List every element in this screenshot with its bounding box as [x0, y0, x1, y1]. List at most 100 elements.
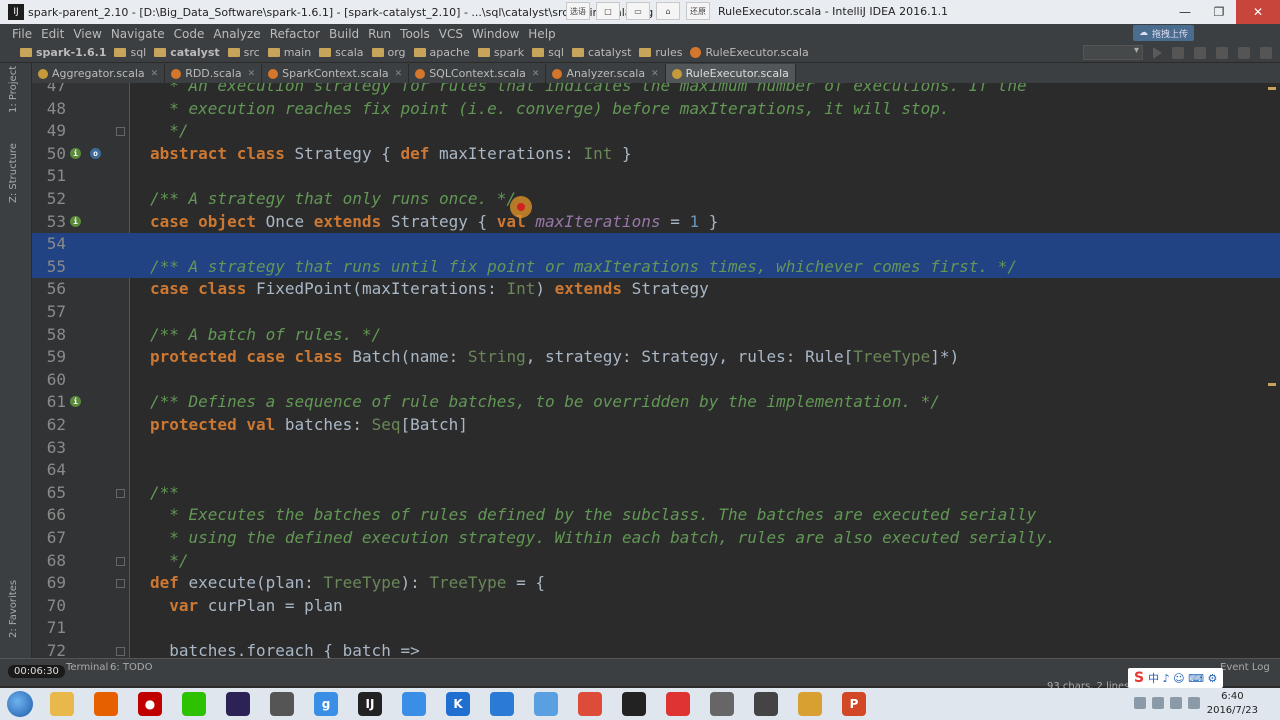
mini-button-1[interactable]: 选语	[566, 2, 590, 20]
code-line[interactable]: 52 /** A strategy that only runs once. */	[32, 188, 1280, 211]
breadcrumb-org[interactable]: org	[371, 46, 406, 59]
tray-icon[interactable]	[1152, 697, 1164, 709]
taskbar-app-qq[interactable]	[612, 689, 656, 719]
favorites-tool-label[interactable]: 2: Favorites	[8, 580, 19, 638]
taskbar-app-explorer[interactable]	[40, 689, 84, 719]
code-line[interactable]: 47 * An execution strategy for rules tha…	[32, 83, 1280, 98]
code-line[interactable]: 72 batches.foreach { batch =>	[32, 640, 1280, 658]
breadcrumb-rules[interactable]: rules	[639, 46, 682, 59]
menu-tools[interactable]: Tools	[400, 27, 430, 41]
mini-button-4[interactable]: ⌂	[656, 2, 680, 20]
close-icon[interactable]: ✕	[151, 69, 159, 79]
implement-gutter-icon[interactable]: i	[70, 396, 81, 408]
mini-button-5[interactable]: 还原	[686, 2, 710, 20]
code-line[interactable]: 57	[32, 301, 1280, 324]
debug-icon[interactable]	[1172, 46, 1184, 59]
code-line[interactable]: 70 var curPlan = plan	[32, 595, 1280, 618]
code-line[interactable]: 53 case object Once extends Strategy { va…	[32, 211, 1280, 234]
maximize-button[interactable]: ❐	[1202, 0, 1236, 24]
menu-file[interactable]: File	[12, 27, 32, 41]
volume-icon[interactable]	[1188, 697, 1200, 709]
tab-sqlcontext[interactable]: SQLContext.scala ✕	[409, 64, 547, 83]
code-line[interactable]: 68 */	[32, 550, 1280, 573]
code-line[interactable]: 69 def execute(plan: TreeType): TreeType …	[32, 572, 1280, 595]
coverage-icon[interactable]	[1194, 46, 1206, 59]
taskbar-app-wechat[interactable]	[172, 689, 216, 719]
breadcrumb-file[interactable]: RuleExecutor.scala	[690, 46, 809, 59]
taskbar-app-globe[interactable]	[524, 689, 568, 719]
code-line[interactable]: 49 */	[32, 120, 1280, 143]
close-icon[interactable]: ✕	[651, 69, 659, 79]
close-icon[interactable]: ✕	[248, 69, 256, 79]
taskbar-app-record[interactable]: ●	[128, 689, 172, 719]
code-line[interactable]: 64	[32, 459, 1280, 482]
taskbar-app-ppt[interactable]: P	[832, 689, 876, 719]
fold-toggle-icon[interactable]	[116, 579, 125, 589]
system-clock[interactable]: 6:40 2016/7/23	[1207, 690, 1258, 718]
taskbar-app-firefox[interactable]	[84, 689, 128, 719]
code-line[interactable]: 67 * using the defined execution strateg…	[32, 527, 1280, 550]
code-editor[interactable]: 47 * An execution strategy for rules tha…	[32, 83, 1280, 658]
code-line[interactable]: 63	[32, 437, 1280, 460]
close-icon[interactable]: ✕	[395, 69, 403, 79]
code-line[interactable]: 48 * execution reaches fix point (i.e. c…	[32, 98, 1280, 121]
taskbar-app-chrome[interactable]	[568, 689, 612, 719]
code-line[interactable]: 71	[32, 617, 1280, 640]
terminal-tool-button[interactable]: Terminal	[66, 662, 108, 673]
taskbar-app-eclipse[interactable]	[216, 689, 260, 719]
code-line[interactable]: 58 /** A batch of rules. */	[32, 324, 1280, 347]
breadcrumb-spark[interactable]: spark-1.6.1	[20, 46, 106, 59]
menu-edit[interactable]: Edit	[41, 27, 64, 41]
run-icon[interactable]	[1153, 46, 1162, 59]
breadcrumb-catalyst[interactable]: catalyst	[154, 46, 220, 59]
implement-gutter-icon[interactable]: i	[70, 215, 81, 227]
code-line[interactable]: 50 abstract class Strategy { def maxItera…	[32, 143, 1280, 166]
breadcrumb-catalyst-pkg[interactable]: catalyst	[571, 46, 631, 59]
menu-code[interactable]: Code	[174, 27, 205, 41]
breadcrumb-apache[interactable]: apache	[413, 46, 470, 59]
tab-ruleexecutor[interactable]: RuleExecutor.scala	[665, 64, 796, 83]
network-icon[interactable]	[1170, 697, 1182, 709]
structure-tool-label[interactable]: Z: Structure	[8, 143, 19, 203]
event-log-button[interactable]: Event Log	[1220, 662, 1270, 673]
taskbar-app-pen[interactable]	[392, 689, 436, 719]
code-line[interactable]: 55 /** A strategy that runs until fix poi…	[32, 255, 1280, 279]
menu-analyze[interactable]: Analyze	[213, 27, 260, 41]
scroll-marker[interactable]	[1268, 87, 1276, 90]
code-line[interactable]: 59 protected case class Batch(name: Strin…	[32, 346, 1280, 369]
code-line[interactable]: 56 case class FixedPoint(maxIterations: I…	[32, 278, 1280, 301]
taskbar-app-k-app[interactable]: K	[436, 689, 480, 719]
mini-button-2[interactable]: □	[596, 2, 620, 20]
ime-toolbar[interactable]: S 中 ♪ ☺ ⌨ ⚙	[1128, 668, 1224, 688]
taskbar-app-cat[interactable]	[788, 689, 832, 719]
menu-run[interactable]: Run	[368, 27, 391, 41]
run-config-dropdown[interactable]	[1083, 45, 1143, 60]
mini-button-3[interactable]: ▭	[626, 2, 650, 20]
code-line[interactable]: 66 * Executes the batches of rules defin…	[32, 504, 1280, 527]
menu-vcs[interactable]: VCS	[439, 27, 463, 41]
tab-analyzer[interactable]: Analyzer.scala ✕	[546, 64, 666, 83]
project-tool-label[interactable]: 1: Project	[8, 66, 19, 113]
ime-controls[interactable]: 中 ♪ ☺ ⌨ ⚙	[1148, 670, 1217, 686]
code-line[interactable]: 60	[32, 369, 1280, 392]
menu-help[interactable]: Help	[528, 27, 555, 41]
fold-toggle-icon[interactable]	[116, 488, 125, 498]
taskbar-app-share[interactable]	[480, 689, 524, 719]
tab-rdd[interactable]: RDD.scala ✕	[165, 64, 263, 83]
taskbar-app-mail[interactable]	[656, 689, 700, 719]
fold-toggle-icon[interactable]	[116, 127, 125, 137]
todo-tool-button[interactable]: 6: TODO	[110, 662, 152, 673]
override-gutter-icon[interactable]: o	[90, 147, 101, 159]
fold-toggle-icon[interactable]	[116, 647, 125, 656]
taskbar-app-qq-browser[interactable]: g	[304, 689, 348, 719]
code-line[interactable]: 65 /**	[32, 482, 1280, 505]
code-line[interactable]: 61 /** Defines a sequence of rule batches…	[32, 391, 1280, 414]
tab-sparkcontext[interactable]: SparkContext.scala ✕	[262, 64, 410, 83]
taskbar-app-vm[interactable]	[744, 689, 788, 719]
breadcrumb-spark-pkg[interactable]: spark	[477, 46, 524, 59]
tab-aggregator[interactable]: Aggregator.scala ✕	[32, 64, 166, 83]
menu-navigate[interactable]: Navigate	[111, 27, 165, 41]
breadcrumb-sql-pkg[interactable]: sql	[532, 46, 564, 59]
close-button[interactable]: ✕	[1236, 0, 1280, 24]
start-button[interactable]	[0, 688, 40, 720]
